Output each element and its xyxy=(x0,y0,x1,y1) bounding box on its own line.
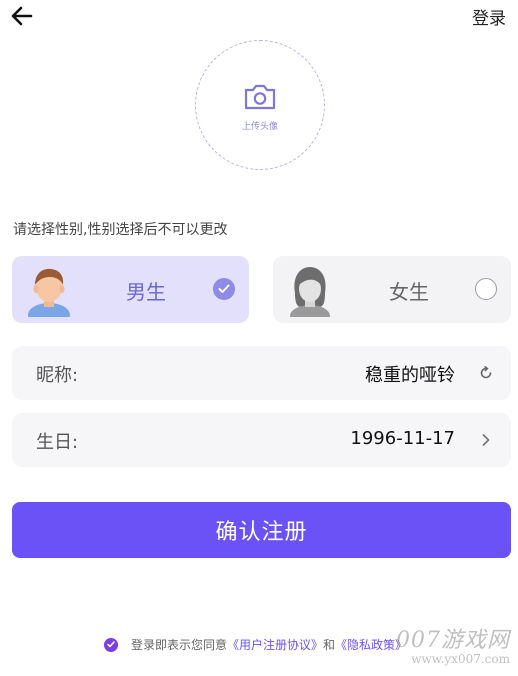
nickname-row[interactable]: 昵称: 稳重的哑铃 xyxy=(12,346,511,400)
nickname-value[interactable]: 稳重的哑铃 xyxy=(365,361,455,387)
gender-hint: 请选择性别,性别选择后不可以更改 xyxy=(13,222,228,238)
back-button[interactable] xyxy=(8,2,36,30)
agreement-row: 登录即表示您同意 《用户注册协议》 和 《隐私政策》 xyxy=(104,636,407,653)
checkmark-selected-icon xyxy=(213,278,235,300)
radio-unselected-icon xyxy=(475,278,497,300)
birthday-row[interactable]: 生日: 1996-11-17 xyxy=(12,413,511,467)
gender-label-male: 男生 xyxy=(126,280,166,304)
confirm-register-button[interactable]: 确认注册 xyxy=(12,502,511,558)
chevron-right-icon[interactable] xyxy=(477,431,495,449)
avatar-upload-button[interactable]: 上传头像 xyxy=(195,40,325,170)
agreement-conjunction: 和 xyxy=(323,638,336,652)
birthday-label: 生日: xyxy=(36,432,79,453)
gender-option-female[interactable]: 女生 xyxy=(273,256,511,323)
agreement-checkbox[interactable] xyxy=(104,637,118,652)
arrow-left-icon xyxy=(11,6,33,26)
camera-icon xyxy=(244,84,276,109)
female-avatar-icon xyxy=(290,266,330,317)
gender-option-male[interactable]: 男生 xyxy=(12,256,249,323)
checkmark-icon xyxy=(107,641,115,648)
refresh-icon[interactable] xyxy=(477,364,495,382)
upload-avatar-label: 上传头像 xyxy=(241,121,278,132)
agreement-prefix: 登录即表示您同意 xyxy=(131,638,228,652)
watermark-url: www.yx007.com xyxy=(411,652,510,666)
nickname-label: 昵称: xyxy=(36,365,79,386)
login-link[interactable]: 登录 xyxy=(472,4,506,29)
gender-label-female: 女生 xyxy=(389,280,429,304)
watermark: 007游戏网 www.yx007.com xyxy=(396,622,510,666)
birthday-value[interactable]: 1996-11-17 xyxy=(350,428,455,449)
user-agreement-link[interactable]: 《用户注册协议》 xyxy=(227,636,323,653)
male-avatar-icon xyxy=(28,268,70,317)
watermark-main: 007游戏网 xyxy=(396,628,510,653)
